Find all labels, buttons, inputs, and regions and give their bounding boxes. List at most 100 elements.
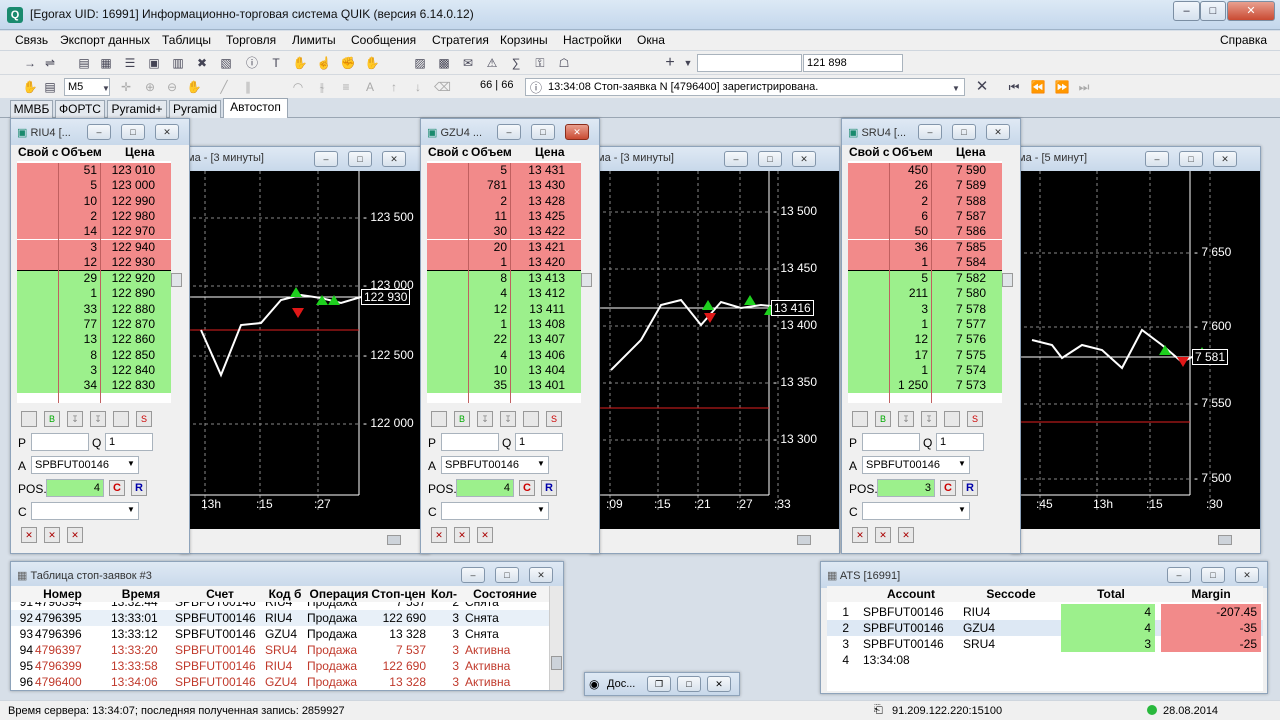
maximize-icon[interactable]: □	[348, 151, 372, 167]
arrow-down-icon[interactable]: ↓	[410, 79, 426, 95]
chevron-down-icon[interactable]: ▼	[537, 459, 545, 468]
price-chart[interactable]: - 7 650 - 7 600 - 7 550 - 7 500 7 581:45 13h:…	[1012, 171, 1260, 529]
portfolio-icon[interactable]: ▨	[412, 55, 428, 71]
menu-tables[interactable]: Таблицы	[162, 33, 211, 47]
buy-down-icon[interactable]: ↧	[67, 411, 83, 427]
order-book-bid-row[interactable]: 4 13 412	[427, 286, 581, 302]
menu-connection[interactable]: Связь	[15, 33, 48, 47]
menu-messages[interactable]: Сообщения	[351, 33, 416, 47]
text-tool-icon[interactable]: A	[362, 79, 378, 95]
limits-icon[interactable]: ▩	[436, 55, 452, 71]
stop-hand-icon[interactable]: ✋	[364, 55, 380, 71]
key-icon[interactable]: ⚿	[532, 55, 548, 71]
column-header[interactable]: Total	[1061, 586, 1161, 602]
sell-down-icon[interactable]: ↧	[90, 411, 106, 427]
order-book-bid-row[interactable]: 8 122 850	[17, 347, 171, 363]
table-row[interactable]: 2 SPBFUT00146 GZU4 4 -35	[827, 620, 1263, 636]
order-book-bid-row[interactable]: 12 7 576	[848, 332, 1002, 348]
close-icon[interactable]: ✕	[792, 151, 816, 167]
table-row[interactable]: 4 13:34:08	[827, 652, 1263, 668]
column-header[interactable]: Счет	[175, 586, 265, 602]
crosshair-icon[interactable]: ✛	[118, 79, 134, 95]
close-icon[interactable]: ✕	[1235, 567, 1259, 583]
table-row[interactable]: 93 4796396 13:33:12 SPBFUT00146 GZU4 Продажа 1…	[11, 626, 551, 642]
hand-tool-icon[interactable]: ✋	[22, 79, 38, 95]
chevron-down-icon[interactable]: ▼	[127, 505, 135, 514]
buy-market-icon[interactable]: B	[454, 411, 470, 427]
price-field-empty[interactable]	[697, 54, 802, 72]
order-book-bid-row[interactable]: 3 7 578	[848, 301, 1002, 317]
maximize-icon[interactable]: □	[1201, 567, 1225, 583]
menu-export[interactable]: Экспорт данных	[60, 33, 150, 47]
order-book-bid-row[interactable]: 1 7 577	[848, 317, 1002, 333]
minimize-icon[interactable]: –	[918, 124, 942, 140]
table-row[interactable]: 95 4796399 13:33:58 SPBFUT00146 RIU4 Продажа 1…	[11, 658, 551, 674]
condition-select[interactable]	[862, 502, 970, 520]
close-position-button[interactable]: C	[519, 480, 535, 496]
close-icon[interactable]: ✕	[986, 124, 1010, 140]
arc-icon[interactable]: ◠	[290, 79, 306, 95]
sell-down-icon[interactable]: ↧	[500, 411, 516, 427]
news-icon[interactable]: ✉	[460, 55, 476, 71]
menu-settings[interactable]: Настройки	[563, 33, 622, 47]
order-book-scrollbar[interactable]	[581, 145, 593, 403]
order-book-ask-row[interactable]: 6 7 587	[848, 208, 1002, 225]
maximize-icon[interactable]: □	[952, 124, 976, 140]
pan-icon[interactable]: ✋	[186, 79, 202, 95]
order-book-ask-row[interactable]: 20 13 421	[427, 239, 581, 255]
order-book-bid-row[interactable]: 12 13 411	[427, 301, 581, 317]
prev-icon[interactable]: ⏪	[1030, 79, 1046, 95]
quantity-input[interactable]: 1	[936, 433, 984, 451]
next-icon[interactable]: ⏩	[1054, 79, 1070, 95]
order-book-ask-row[interactable]: 12 122 930	[17, 254, 171, 271]
chevron-down-icon[interactable]: ▼	[958, 505, 966, 514]
order-book-bid-row[interactable]: 5 7 582	[848, 271, 1002, 287]
quantity-input[interactable]: 1	[515, 433, 563, 451]
account-select[interactable]: SPBFUT00146	[31, 456, 139, 474]
order-book-ask-row[interactable]: 5 123 000	[17, 178, 171, 194]
order-book-bid-row[interactable]: 1 122 890	[17, 286, 171, 302]
minimize-icon[interactable]: –	[87, 124, 111, 140]
maximize-icon[interactable]: □	[531, 124, 555, 140]
order-book-bid-row[interactable]: 33 122 880	[17, 301, 171, 317]
hand-icon[interactable]: ✋	[292, 55, 308, 71]
minimize-icon[interactable]: –	[497, 124, 521, 140]
zoom-out-icon[interactable]: ⊖	[164, 79, 180, 95]
toggle-icon[interactable]	[21, 411, 37, 427]
order-book-ask-row[interactable]: 10 122 990	[17, 193, 171, 209]
order-book-ask-row[interactable]: 51 123 010	[17, 163, 171, 179]
maximize-icon[interactable]: □	[1179, 151, 1203, 167]
price-chart[interactable]: - 123 500- 123 000- 122 500- 122 000 122 …	[181, 171, 429, 529]
order-book-bid-row[interactable]: 10 13 404	[427, 362, 581, 379]
minimize-icon[interactable]: –	[461, 567, 485, 583]
maximize-icon[interactable]: □	[1200, 1, 1226, 21]
chevron-down-icon[interactable]: ▼	[127, 459, 135, 468]
close-icon[interactable]: ✕	[155, 124, 179, 140]
erase-icon[interactable]: ⌫	[434, 79, 451, 95]
chevron-down-icon[interactable]: ▼	[537, 505, 545, 514]
sell-down-icon[interactable]: ↧	[921, 411, 937, 427]
order-book-bid-row[interactable]: 3 122 840	[17, 362, 171, 379]
column-header[interactable]: Операция	[307, 586, 371, 602]
menu-baskets[interactable]: Корзины	[500, 33, 548, 47]
maximize-icon[interactable]: □	[121, 124, 145, 140]
alert-icon[interactable]: ⚠	[484, 55, 500, 71]
order-book-bid-row[interactable]: 17 7 575	[848, 347, 1002, 363]
price-input[interactable]	[862, 433, 920, 451]
zoom-in-icon[interactable]: ⊕	[142, 79, 158, 95]
close-position-button[interactable]: C	[940, 480, 956, 496]
cancel-buy-icon[interactable]: ✕	[852, 527, 868, 543]
chevron-down-icon[interactable]: ▼	[958, 459, 966, 468]
pointer-icon[interactable]: ☝	[316, 55, 332, 71]
column-header[interactable]: Стоп-цен	[371, 586, 426, 602]
maximize-icon[interactable]: □	[758, 151, 782, 167]
chevron-down-icon[interactable]: ▼	[98, 81, 114, 97]
column-header[interactable]: Номер	[35, 586, 90, 602]
stop-icon[interactable]: ▧	[218, 55, 234, 71]
close-icon[interactable]: ✕	[529, 567, 553, 583]
order-book-scrollbar[interactable]	[1002, 145, 1014, 403]
order-book-bid-row[interactable]: 77 122 870	[17, 317, 171, 333]
price-input[interactable]	[31, 433, 89, 451]
order-book-bid-row[interactable]: 4 13 406	[427, 347, 581, 363]
table-icon[interactable]: ▤	[76, 55, 92, 71]
